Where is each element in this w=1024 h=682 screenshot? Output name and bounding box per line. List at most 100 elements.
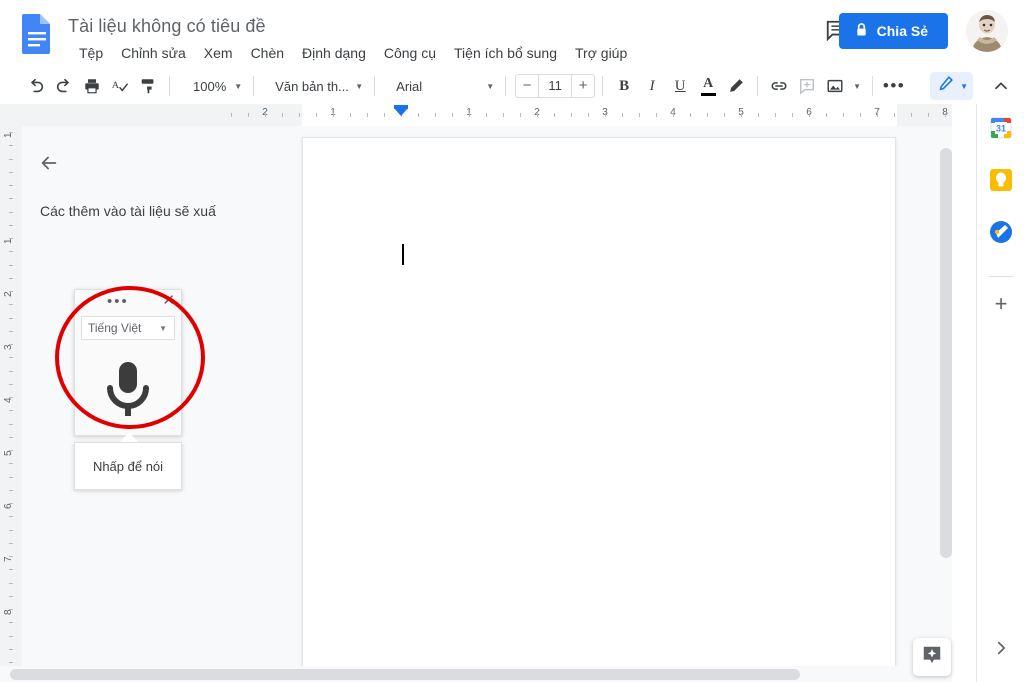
more-options-icon[interactable]: ••• <box>880 72 908 100</box>
document-canvas[interactable]: Các thêm vào tài liệu sẽ xuấ ••• ✕ Tiếng… <box>22 126 952 666</box>
sidebar-item-keep[interactable] <box>989 168 1013 197</box>
ruler-v-tick <box>9 304 13 305</box>
ruler-h-tick <box>741 113 742 117</box>
ruler-v-tick <box>9 662 13 663</box>
ruler-v-tick <box>9 397 13 398</box>
voice-dialog-close-button[interactable]: ✕ <box>162 292 175 310</box>
voice-typing-dialog[interactable]: ••• ✕ Tiếng Việt ▼ <box>74 289 182 436</box>
ruler-v-label: 2 <box>3 291 14 297</box>
sidebar-expand-button[interactable] <box>989 636 1013 660</box>
ruler-v-tick <box>9 583 13 584</box>
highlight-pen-icon[interactable] <box>722 72 750 100</box>
back-arrow-icon[interactable] <box>34 148 64 178</box>
font-family-dropdown[interactable]: Arial ▼ <box>388 73 498 99</box>
toolbar-divider <box>757 76 759 96</box>
voice-tooltip-label: Nhấp để nói <box>92 458 164 474</box>
editing-mode-pencil-icon <box>937 75 954 97</box>
chevron-up-icon[interactable] <box>987 72 1015 100</box>
ruler-v-tick <box>9 463 13 464</box>
microphone-icon[interactable] <box>75 342 181 435</box>
vertical-ruler[interactable]: 1 1 2 3 4 5 6 7 8 <box>0 126 22 666</box>
ruler-h-tick <box>877 113 878 117</box>
left-indent-marker[interactable] <box>394 108 408 116</box>
share-button-label: Chia Sẻ <box>876 23 928 39</box>
ruler-v-tick <box>9 344 13 345</box>
font-size-decrease-button[interactable]: − <box>516 75 538 97</box>
menu-insert[interactable]: Chèn <box>242 42 293 64</box>
chevron-down-icon: ▼ <box>960 81 969 91</box>
menu-format[interactable]: Định dạng <box>293 42 375 64</box>
italic-button[interactable]: I <box>638 72 666 100</box>
ruler-v-tick <box>9 622 13 623</box>
insert-link-icon[interactable] <box>765 72 793 100</box>
undo-icon[interactable] <box>22 72 50 100</box>
tasks-check-icon <box>989 220 1013 249</box>
ruler-v-tick <box>9 212 13 213</box>
voice-tooltip: Nhấp để nói <box>74 442 182 490</box>
insert-image-dropdown[interactable]: ▼ <box>849 73 865 99</box>
share-button[interactable]: Chia Sẻ <box>838 13 948 49</box>
horizontal-scrollbar-thumb[interactable] <box>10 669 800 680</box>
ruler-h-tick <box>894 113 895 117</box>
spellcheck-icon[interactable]: A <box>106 72 134 100</box>
ruler-v-tick <box>9 609 13 610</box>
chevron-down-icon: ▼ <box>486 81 495 91</box>
document-page[interactable] <box>302 137 896 666</box>
explore-button[interactable] <box>913 638 951 676</box>
ruler-h-tick <box>843 113 844 117</box>
google-docs-logo[interactable] <box>18 12 56 56</box>
ruler-h-tick <box>435 113 436 117</box>
text-color-button[interactable]: A <box>694 72 722 100</box>
chevron-down-icon: ▼ <box>159 323 167 333</box>
print-icon[interactable] <box>78 72 106 100</box>
menu-tools[interactable]: Công cụ <box>375 42 445 64</box>
menu-file[interactable]: Tệp <box>70 42 112 64</box>
ruler-v-tick <box>9 556 13 557</box>
sidebar-divider <box>989 276 1013 277</box>
font-size-value[interactable]: 11 <box>538 75 573 97</box>
text-color-swatch <box>700 92 716 96</box>
ruler-h-tick <box>333 113 334 117</box>
ruler-v-tick <box>9 437 13 438</box>
add-comment-icon[interactable] <box>793 72 821 100</box>
user-avatar[interactable] <box>966 10 1008 52</box>
menu-edit[interactable]: Chỉnh sửa <box>112 42 195 64</box>
voice-language-dropdown[interactable]: Tiếng Việt ▼ <box>81 316 175 340</box>
vertical-scrollbar[interactable] <box>940 148 952 558</box>
ruler-h-tick <box>707 113 708 117</box>
chevron-down-icon: ▼ <box>234 81 243 91</box>
sidebar-item-calendar[interactable]: 31 <box>989 117 1013 142</box>
ruler-h-tick <box>622 113 623 117</box>
ruler-v-tick <box>9 516 13 517</box>
ruler-v-tick <box>9 424 13 425</box>
font-size-increase-button[interactable]: + <box>572 75 594 97</box>
horizontal-scrollbar-track[interactable] <box>0 666 952 682</box>
menu-help[interactable]: Trợ giúp <box>566 42 636 64</box>
ruler-h-tick <box>350 113 351 117</box>
insert-image-icon[interactable] <box>821 72 849 100</box>
ruler-h-tick <box>911 113 912 117</box>
zoom-dropdown[interactable]: 100% ▼ <box>185 73 246 99</box>
sidebar-item-tasks[interactable] <box>989 220 1013 249</box>
keep-bulb-icon <box>989 168 1013 197</box>
underline-button[interactable]: U <box>666 72 694 100</box>
ruler-h-tick <box>809 113 810 117</box>
ruler-h-tick <box>520 113 521 117</box>
ruler-h-tick <box>265 113 266 117</box>
ruler-h-tick <box>367 113 368 117</box>
sidebar-add-button[interactable]: + <box>989 291 1013 316</box>
menu-view[interactable]: Xem <box>195 42 242 64</box>
ruler-h-tick <box>316 113 317 117</box>
editing-mode-button[interactable]: ▼ <box>930 72 974 100</box>
horizontal-ruler[interactable]: 2112345678 <box>0 104 952 126</box>
menu-addons[interactable]: Tiện ích bổ sung <box>445 42 566 64</box>
voice-dialog-more-button[interactable]: ••• <box>107 294 129 310</box>
ruler-v-label: 5 <box>3 450 14 456</box>
document-title[interactable]: Tài liệu không có tiêu đề <box>68 16 266 37</box>
paragraph-style-dropdown[interactable]: Văn bản th... ▼ <box>267 73 367 99</box>
redo-icon[interactable] <box>50 72 78 100</box>
ruler-v-tick <box>9 318 13 319</box>
ruler-v-tick <box>9 172 13 173</box>
paint-format-icon[interactable] <box>134 72 162 100</box>
bold-button[interactable]: B <box>610 72 638 100</box>
